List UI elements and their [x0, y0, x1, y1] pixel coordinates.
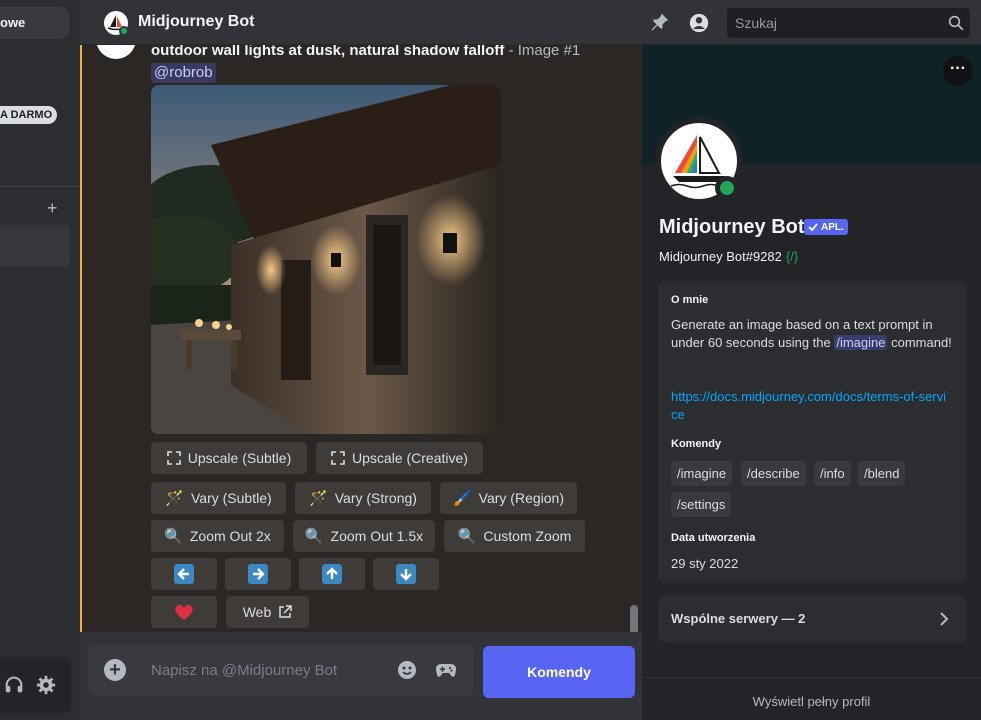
- favorite-button[interactable]: [151, 596, 217, 628]
- selected-dm-row[interactable]: [0, 225, 70, 267]
- upscale-creative-button[interactable]: Upscale (Creative): [316, 442, 483, 474]
- arrow-up-icon: [322, 564, 342, 584]
- channel-sidebar: owe A DARMO +: [0, 0, 80, 720]
- arrow-down-icon: [396, 564, 416, 584]
- attach-plus-icon[interactable]: +: [104, 659, 126, 681]
- verified-check-icon: [808, 223, 818, 232]
- command-chip[interactable]: /describe: [741, 461, 806, 486]
- profile-name: Midjourney Bot: [659, 216, 805, 238]
- generated-image[interactable]: [151, 85, 501, 434]
- about-text: Generate an image based on a text prompt…: [671, 316, 956, 352]
- custom-zoom-button[interactable]: 🔍 Custom Zoom: [444, 520, 585, 552]
- channel-pill[interactable]: owe: [0, 7, 69, 39]
- sidebar-divider: [0, 186, 80, 187]
- gamepad-icon[interactable]: [436, 662, 456, 678]
- pan-left-button[interactable]: [151, 558, 217, 590]
- free-badge: A DARMO: [0, 106, 58, 124]
- pan-up-button[interactable]: [299, 558, 365, 590]
- profile-panel: ··· Midjourney Bot APL. Midjourney Bot#9…: [642, 45, 981, 720]
- magnifier-icon: 🔍: [164, 527, 183, 545]
- view-full-profile-label: Wyświetl pełny profil: [752, 694, 871, 709]
- custom-zoom-label: Custom Zoom: [483, 528, 572, 544]
- pan-right-button[interactable]: [225, 558, 291, 590]
- heart-icon: [175, 604, 193, 620]
- upscale-subtle-button[interactable]: Upscale (Subtle): [151, 442, 307, 474]
- mention-highlight-bar: [80, 45, 82, 632]
- magic-wand-icon: 🪄: [165, 489, 184, 507]
- about-text-part-2: command!: [887, 335, 952, 350]
- web-link-button[interactable]: Web: [226, 596, 309, 628]
- created-date: 29 sty 2022: [671, 556, 739, 571]
- search-box[interactable]: [727, 8, 970, 38]
- message-header: outdoor wall lights at dusk, natural sha…: [151, 45, 580, 59]
- user-panel: [0, 657, 71, 713]
- web-label: Web: [242, 604, 272, 620]
- more-options-icon[interactable]: ···: [943, 56, 973, 86]
- mutual-servers-label: Wspólne serwery — 2: [671, 611, 806, 626]
- commands-button[interactable]: Komendy: [483, 646, 635, 698]
- main-column: Midjourney Bot outdoor wall lights at du…: [80, 0, 981, 720]
- external-link-icon: [279, 605, 293, 618]
- expand-icon: [331, 451, 345, 465]
- headset-icon[interactable]: [3, 674, 25, 696]
- vary-region-button[interactable]: 🖌️ Vary (Region): [440, 482, 577, 514]
- app-badge-label: APL.: [821, 221, 844, 233]
- chevron-right-icon: [940, 612, 949, 626]
- slash-commands-icon: {/}: [785, 249, 799, 264]
- vary-strong-button[interactable]: 🪄 Vary (Strong): [295, 482, 431, 514]
- command-chip[interactable]: /blend: [858, 461, 906, 486]
- view-full-profile-button[interactable]: Wyświetl pełny profil: [642, 677, 981, 720]
- message-list: outdoor wall lights at dusk, natural sha…: [80, 45, 642, 632]
- add-dm-plus-icon[interactable]: +: [47, 198, 58, 219]
- zoom-out-15x-button[interactable]: 🔍 Zoom Out 1.5x: [293, 520, 435, 552]
- gear-icon[interactable]: [35, 674, 57, 696]
- command-chip[interactable]: /info: [814, 461, 851, 486]
- command-chip[interactable]: /settings: [671, 492, 732, 517]
- commands-heading: Komendy: [671, 438, 722, 450]
- top-bar: Midjourney Bot: [80, 0, 981, 45]
- imagine-command-mention[interactable]: /imagine: [834, 335, 888, 350]
- app-badge: APL.: [804, 219, 848, 235]
- mutual-servers-row[interactable]: Wspólne serwery — 2: [658, 595, 967, 643]
- dm-title: Midjourney Bot: [138, 13, 255, 30]
- online-status-dot: [715, 176, 739, 200]
- image-index: - Image #1: [504, 45, 581, 59]
- created-heading: Data utworzenia: [671, 532, 756, 544]
- zoom-out-15x-label: Zoom Out 1.5x: [330, 528, 424, 544]
- pan-down-button[interactable]: [373, 558, 439, 590]
- paintbrush-icon: 🖌️: [452, 489, 472, 507]
- online-status-dot: [119, 26, 129, 36]
- message-input[interactable]: [151, 658, 381, 682]
- upscale-creative-label: Upscale (Creative): [352, 450, 468, 466]
- emoji-icon[interactable]: [398, 661, 416, 679]
- arrow-right-icon: [248, 564, 268, 584]
- message-composer: +: [88, 644, 474, 696]
- vary-subtle-button[interactable]: 🪄 Vary (Subtle): [151, 482, 286, 514]
- magnifier-icon: 🔍: [304, 527, 324, 545]
- zoom-out-2x-label: Zoom Out 2x: [189, 528, 271, 544]
- vary-region-label: Vary (Region): [478, 490, 564, 506]
- arrow-left-icon: [174, 564, 194, 584]
- user-mention[interactable]: @robrob: [151, 63, 216, 83]
- search-icon: [948, 15, 964, 31]
- magnifier-icon: 🔍: [457, 527, 477, 545]
- pin-icon[interactable]: [650, 12, 670, 32]
- zoom-out-2x-button[interactable]: 🔍 Zoom Out 2x: [151, 520, 284, 552]
- terms-link[interactable]: https://docs.midjourney.com/docs/terms-o…: [671, 388, 951, 424]
- handle-text: Midjourney Bot#9282: [659, 249, 782, 264]
- message-avatar[interactable]: [96, 45, 136, 59]
- prompt-text: outdoor wall lights at dusk, natural sha…: [151, 45, 505, 59]
- vary-subtle-label: Vary (Subtle): [191, 490, 272, 506]
- upscale-subtle-label: Upscale (Subtle): [187, 450, 292, 466]
- vary-strong-label: Vary (Strong): [334, 490, 417, 506]
- expand-icon: [166, 451, 181, 465]
- scrollbar-thumb[interactable]: [630, 605, 638, 632]
- about-heading: O mnie: [671, 294, 709, 306]
- about-card: O mnie Generate an image based on a text…: [658, 281, 967, 583]
- search-input[interactable]: [727, 8, 927, 38]
- command-chip[interactable]: /imagine: [671, 461, 733, 486]
- magic-wand-icon: 🪄: [309, 489, 328, 507]
- profile-handle: Midjourney Bot#9282 {/}: [659, 249, 798, 264]
- user-profile-icon[interactable]: [688, 12, 710, 34]
